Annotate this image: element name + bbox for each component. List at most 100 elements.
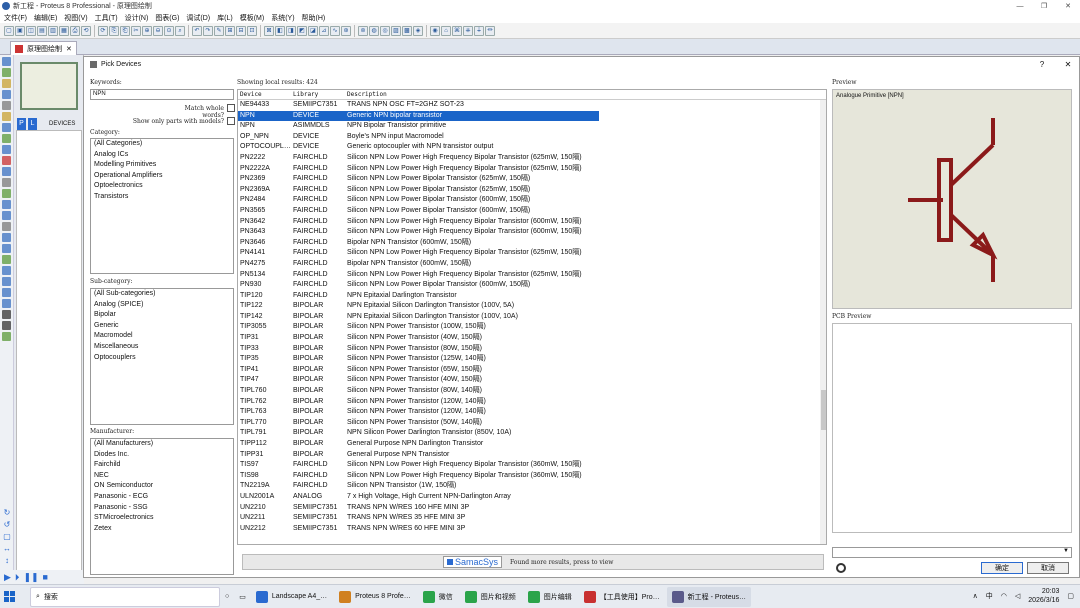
mode-tool-icon[interactable]: [2, 145, 11, 154]
list-item[interactable]: (All Categories): [91, 139, 233, 150]
toolbar-tool-icon[interactable]: ⌂: [441, 25, 451, 36]
toolbar-tool-icon[interactable]: ⊠: [264, 25, 274, 36]
toolbar-tool-icon[interactable]: ◧: [275, 25, 285, 36]
list-item[interactable]: Panasonic - ECG: [91, 492, 233, 503]
toolbar-tool-icon[interactable]: ⊖: [153, 25, 163, 36]
list-item[interactable]: Zetex: [91, 524, 233, 535]
table-row[interactable]: PN4275 FAIRCHLD Bipolar NPN Transistor (60…: [238, 259, 826, 270]
table-row[interactable]: PN3646 FAIRCHLD Bipolar NPN Transistor (60…: [238, 238, 826, 249]
samacsys-bar[interactable]: SamacSys Found more results, press to vi…: [242, 554, 824, 570]
mode-tool-icon[interactable]: [2, 79, 11, 88]
toolbar-tool-icon[interactable]: ◉: [430, 25, 440, 36]
toolbar-tool-icon[interactable]: ⌘: [452, 25, 462, 36]
toolbar-tool-icon[interactable]: ⎘: [109, 25, 119, 36]
toolbar-tool-icon[interactable]: ✂: [131, 25, 141, 36]
volume-icon[interactable]: ◁: [1015, 592, 1020, 600]
toolbar-tool-icon[interactable]: ⊛: [341, 25, 351, 36]
mode-tool-icon[interactable]: [2, 123, 11, 132]
toolbar-tool-icon[interactable]: ▦: [59, 25, 69, 36]
transform-tool-icon[interactable]: ↔: [0, 544, 14, 556]
mode-tool-icon[interactable]: [2, 200, 11, 209]
toolbar-tool-icon[interactable]: ⎙: [70, 25, 80, 36]
menu-item[interactable]: 调试(D): [186, 13, 210, 23]
taskbar-app[interactable]: Proteus 8 Profe…: [334, 587, 416, 607]
pause-icon[interactable]: ❚❚: [23, 572, 38, 583]
list-item[interactable]: Analog ICs: [91, 150, 233, 161]
list-item[interactable]: Miscellaneous: [91, 342, 233, 353]
help-button[interactable]: ?: [1029, 57, 1055, 71]
list-item[interactable]: Modelling Primitives: [91, 160, 233, 171]
toolbar-tool-icon[interactable]: ⊚: [358, 25, 368, 36]
mode-tool-icon[interactable]: [2, 321, 11, 330]
menu-item[interactable]: 图表(G): [155, 13, 179, 23]
category-list[interactable]: (All Categories) Analog ICs Modelling Prim…: [90, 138, 234, 274]
taskbar-search[interactable]: ⌕ 搜索: [30, 586, 220, 607]
task-view-icon[interactable]: ○: [220, 587, 234, 607]
toolbar-tool-icon[interactable]: ◩: [297, 25, 307, 36]
table-row[interactable]: TIP142 BIPOLAR NPN Epitaxial Silicon Darli…: [238, 312, 826, 323]
match-whole-checkbox[interactable]: [227, 104, 235, 112]
menu-item[interactable]: 编辑(E): [34, 13, 57, 23]
col-description[interactable]: Description: [345, 90, 599, 99]
table-row[interactable]: UN2212 SEMIIPC7351 TRANS NPN W/RES 60 HFE …: [238, 524, 826, 535]
widgets-icon[interactable]: ▭: [234, 587, 251, 607]
dialog-close-icon[interactable]: ✕: [1055, 57, 1080, 71]
mode-tool-icon[interactable]: [2, 299, 11, 308]
list-item[interactable]: Operational Amplifiers: [91, 171, 233, 182]
mode-tool-icon[interactable]: [2, 156, 11, 165]
list-item[interactable]: NEC: [91, 471, 233, 482]
list-item[interactable]: Optoelectronics: [91, 181, 233, 192]
toolbar-tool-icon[interactable]: ◫: [26, 25, 36, 36]
toolbar-tool-icon[interactable]: ⎗: [120, 25, 130, 36]
toolbar-tool-icon[interactable]: ⊞: [225, 25, 235, 36]
table-row[interactable]: PN2222 FAIRCHLD Silicon NPN Low Power High…: [238, 153, 826, 164]
toolbar-tool-icon[interactable]: ◨: [286, 25, 296, 36]
list-item[interactable]: (All Sub-categories): [91, 289, 233, 300]
list-item[interactable]: Generic: [91, 321, 233, 332]
table-row[interactable]: PN3643 FAIRCHLD Silicon NPN Low Power High…: [238, 227, 826, 238]
toolbar-tool-icon[interactable]: ↶: [192, 25, 202, 36]
table-row[interactable]: TIPP31 BIPOLAR General Purpose NPN Transis…: [238, 450, 826, 461]
table-row[interactable]: TIP41 BIPOLAR Silicon NPN Power Transistor…: [238, 365, 826, 376]
toolbar-tool-icon[interactable]: ⟲: [81, 25, 91, 36]
ime-indicator[interactable]: 中: [986, 591, 993, 601]
library-manager-button[interactable]: L: [28, 117, 37, 130]
table-row[interactable]: TIP122 BIPOLAR NPN Epitaxial Silicon Darli…: [238, 301, 826, 312]
list-item[interactable]: Diodes Inc.: [91, 450, 233, 461]
mode-tool-icon[interactable]: [2, 266, 11, 275]
mode-tool-icon[interactable]: [2, 90, 11, 99]
mode-tool-icon[interactable]: [2, 277, 11, 286]
toolbar-tool-icon[interactable]: ⊿: [319, 25, 329, 36]
table-row[interactable]: TIPL770 BIPOLAR Silicon NPN Power Transist…: [238, 418, 826, 429]
list-item[interactable]: STMicroelectronics: [91, 513, 233, 524]
list-item[interactable]: Macromodel: [91, 331, 233, 342]
table-row[interactable]: TIP120 FAIRCHLD NPN Epitaxial Darlington T…: [238, 291, 826, 302]
clock[interactable]: 20:03 2026/3/16: [1028, 587, 1059, 605]
table-row[interactable]: NPN DEVICE Generic NPN bipolar transistor: [238, 110, 826, 122]
mode-tool-icon[interactable]: [2, 101, 11, 110]
keywords-input[interactable]: NPN: [90, 89, 234, 100]
notification-icon[interactable]: ▢: [1067, 592, 1074, 600]
table-row[interactable]: ULN2001A ANALOG 7 x High Voltage, High Cur…: [238, 492, 826, 503]
scroll-thumb[interactable]: [821, 390, 826, 430]
taskbar-app[interactable]: Landscape A4_…: [251, 587, 332, 607]
toolbar-tool-icon[interactable]: ▢: [4, 25, 14, 36]
mode-tool-icon[interactable]: [2, 167, 11, 176]
transform-tool-icon[interactable]: ▢: [0, 532, 14, 544]
table-row[interactable]: TIS98 FAIRCHLD Silicon NPN Low Power High …: [238, 471, 826, 482]
list-item[interactable]: Optocouplers: [91, 353, 233, 364]
list-item[interactable]: ON Semiconductor: [91, 481, 233, 492]
mode-tool-icon[interactable]: [2, 244, 11, 253]
tab-schematic[interactable]: 原理图绘制 ✕: [10, 41, 77, 55]
table-row[interactable]: PN2222A FAIRCHLD Silicon NPN Low Power Hig…: [238, 164, 826, 175]
table-row[interactable]: PN4141 FAIRCHLD Silicon NPN Low Power High…: [238, 248, 826, 259]
results-scrollbar[interactable]: [820, 100, 826, 544]
toolbar-tool-icon[interactable]: ↷: [203, 25, 213, 36]
table-row[interactable]: OPTOCOUPL… DEVICE Generic optocoupler with…: [238, 142, 826, 153]
subcategory-list[interactable]: (All Sub-categories) Analog (SPICE) Bipola…: [90, 288, 234, 425]
list-item[interactable]: Panasonic - SSG: [91, 503, 233, 514]
minimize-icon[interactable]: —: [1008, 0, 1032, 12]
taskbar-app[interactable]: 图片编辑: [523, 587, 577, 607]
table-row[interactable]: OP_NPN DEVICE Boyle's NPN input Macromodel: [238, 132, 826, 143]
table-row[interactable]: PN3642 FAIRCHLD Silicon NPN Low Power High…: [238, 217, 826, 228]
